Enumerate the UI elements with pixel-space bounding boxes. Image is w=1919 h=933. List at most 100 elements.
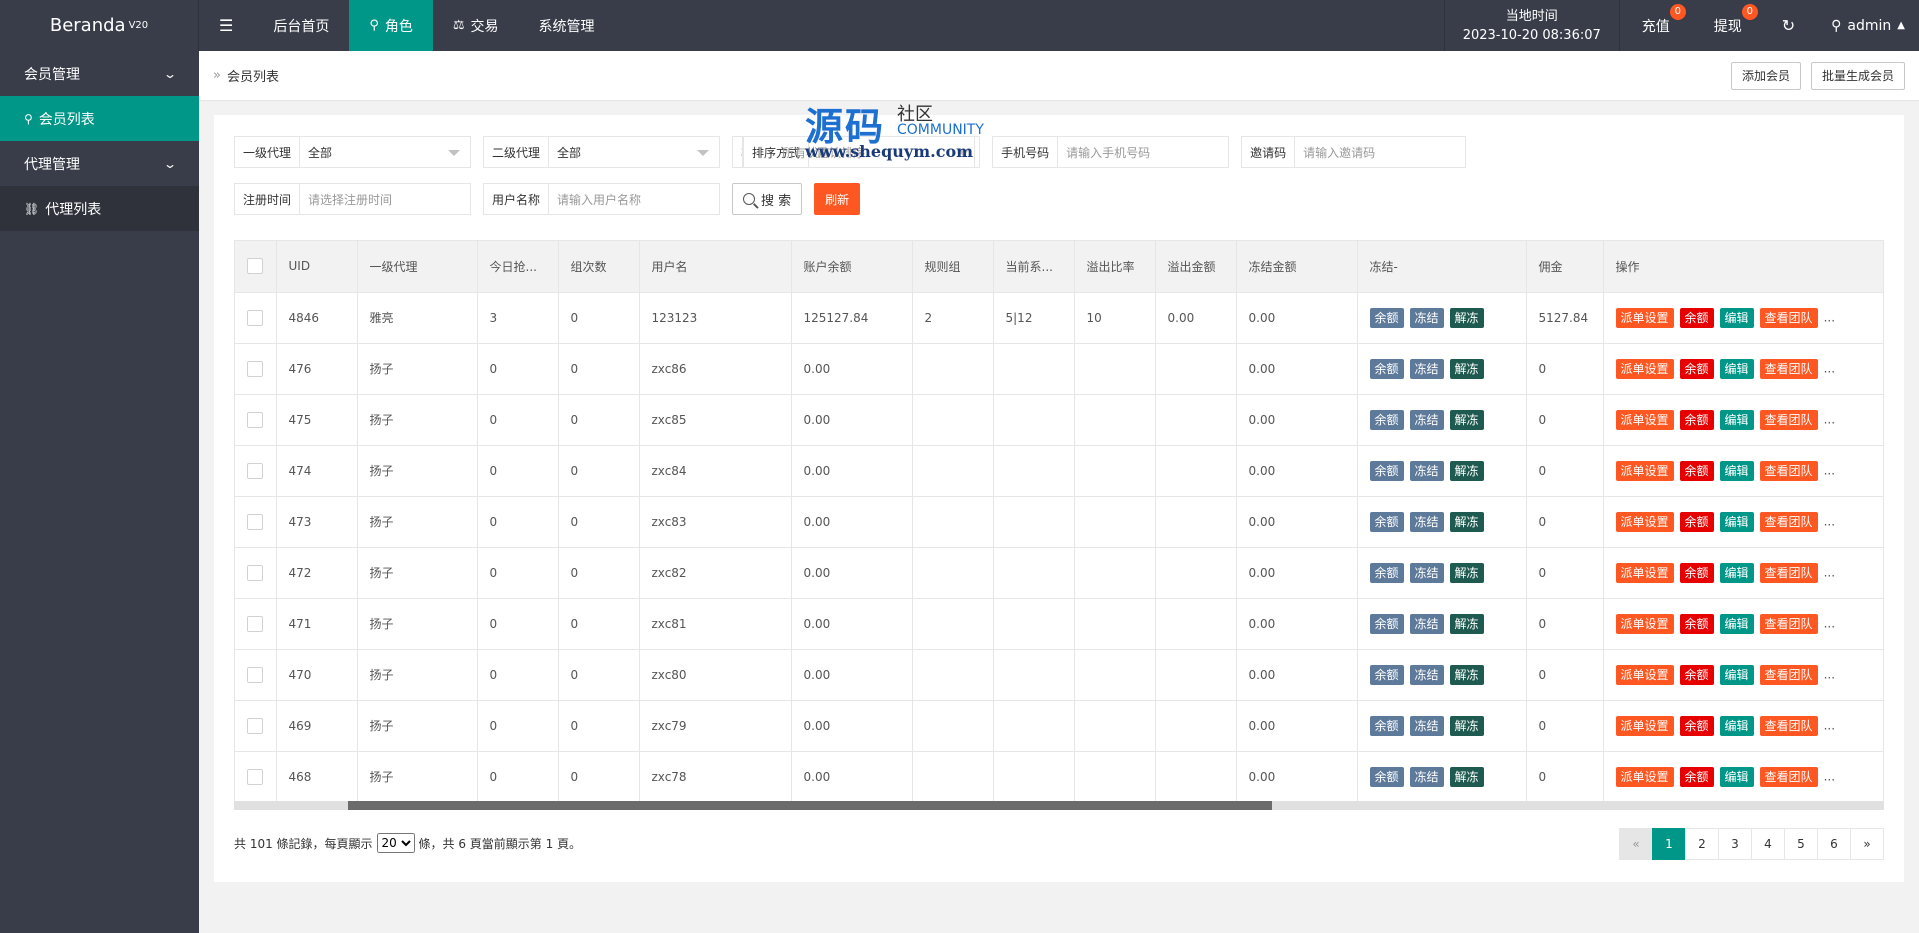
page-button-5[interactable]: 5 bbox=[1784, 828, 1818, 860]
op-balance-button[interactable]: 余额 bbox=[1679, 409, 1714, 430]
row-checkbox[interactable] bbox=[247, 360, 263, 377]
dispatch-settings-button[interactable]: 派单设置 bbox=[1615, 613, 1674, 634]
row-checkbox[interactable] bbox=[247, 513, 263, 530]
more-button[interactable]: ... bbox=[1824, 565, 1835, 579]
row-checkbox[interactable] bbox=[247, 717, 263, 734]
edit-button[interactable]: 编辑 bbox=[1719, 664, 1754, 685]
row-checkbox[interactable] bbox=[247, 615, 263, 632]
freeze-button[interactable]: 冻结 bbox=[1409, 664, 1444, 685]
row-checkbox[interactable] bbox=[247, 564, 263, 581]
unfreeze-button[interactable]: 解冻 bbox=[1449, 664, 1484, 685]
page-size-select[interactable]: 20 bbox=[376, 833, 415, 853]
row-checkbox[interactable] bbox=[247, 411, 263, 428]
username-input[interactable]: 请输入用户名称 bbox=[549, 184, 719, 214]
unfreeze-button[interactable]: 解冻 bbox=[1449, 613, 1484, 634]
page-button-1[interactable]: 1 bbox=[1652, 828, 1686, 860]
page-button-3[interactable]: 3 bbox=[1718, 828, 1752, 860]
balance-button[interactable]: 余额 bbox=[1369, 766, 1404, 787]
balance-button[interactable]: 余额 bbox=[1369, 511, 1404, 532]
op-balance-button[interactable]: 余额 bbox=[1679, 358, 1714, 379]
sort-select[interactable]: 默认排序 bbox=[809, 137, 979, 167]
row-checkbox[interactable] bbox=[247, 768, 263, 785]
freeze-button[interactable]: 冻结 bbox=[1409, 307, 1444, 328]
recharge-button[interactable]: 充值 0 bbox=[1620, 0, 1692, 51]
more-button[interactable]: ... bbox=[1824, 361, 1835, 375]
row-checkbox[interactable] bbox=[247, 666, 263, 683]
horizontal-scrollbar[interactable] bbox=[234, 801, 1884, 810]
dispatch-settings-button[interactable]: 派单设置 bbox=[1615, 562, 1674, 583]
col-uid[interactable]: UID bbox=[276, 241, 358, 293]
view-team-button[interactable]: 查看团队 bbox=[1759, 460, 1818, 481]
col-groups[interactable]: 组次数 bbox=[558, 241, 640, 293]
unfreeze-button[interactable]: 解冻 bbox=[1449, 511, 1484, 532]
op-balance-button[interactable]: 余额 bbox=[1679, 562, 1714, 583]
balance-button[interactable]: 余额 bbox=[1369, 409, 1404, 430]
more-button[interactable]: ... bbox=[1824, 514, 1835, 528]
menu-toggle-icon[interactable]: ☰ bbox=[199, 0, 253, 51]
col-overflow-rate[interactable]: 溢出比率 bbox=[1074, 241, 1156, 293]
dispatch-settings-button[interactable]: 派单设置 bbox=[1615, 664, 1674, 685]
freeze-button[interactable]: 冻结 bbox=[1409, 460, 1444, 481]
freeze-button[interactable]: 冻结 bbox=[1409, 613, 1444, 634]
op-balance-button[interactable]: 余额 bbox=[1679, 664, 1714, 685]
edit-button[interactable]: 编辑 bbox=[1719, 358, 1754, 379]
col-frozen[interactable]: 冻结金额 bbox=[1236, 241, 1358, 293]
dispatch-settings-button[interactable]: 派单设置 bbox=[1615, 307, 1674, 328]
op-balance-button[interactable]: 余额 bbox=[1679, 766, 1714, 787]
view-team-button[interactable]: 查看团队 bbox=[1759, 715, 1818, 736]
col-today[interactable]: 今日抢... bbox=[477, 241, 559, 293]
col-rule[interactable]: 规则组 bbox=[912, 241, 994, 293]
refresh-button[interactable]: 刷新 bbox=[814, 183, 861, 215]
page-button-2[interactable]: 2 bbox=[1685, 828, 1719, 860]
edit-button[interactable]: 编辑 bbox=[1719, 766, 1754, 787]
op-balance-button[interactable]: 余额 bbox=[1679, 613, 1714, 634]
view-team-button[interactable]: 查看团队 bbox=[1759, 766, 1818, 787]
unfreeze-button[interactable]: 解冻 bbox=[1449, 766, 1484, 787]
dispatch-settings-button[interactable]: 派单设置 bbox=[1615, 511, 1674, 532]
op-balance-button[interactable]: 余额 bbox=[1679, 715, 1714, 736]
col-agent[interactable]: 一级代理 bbox=[357, 241, 478, 293]
col-freeze-actions[interactable]: 冻结- bbox=[1357, 241, 1527, 293]
freeze-button[interactable]: 冻结 bbox=[1409, 409, 1444, 430]
sidebar-item-agent-list[interactable]: ⛓ 代理列表 bbox=[0, 186, 199, 231]
freeze-button[interactable]: 冻结 bbox=[1409, 766, 1444, 787]
invite-input[interactable]: 请输入邀请码 bbox=[1295, 137, 1465, 167]
unfreeze-button[interactable]: 解冻 bbox=[1449, 358, 1484, 379]
dispatch-settings-button[interactable]: 派单设置 bbox=[1615, 715, 1674, 736]
add-member-button[interactable]: 添加会员 bbox=[1730, 61, 1801, 90]
more-button[interactable]: ... bbox=[1824, 310, 1835, 324]
op-balance-button[interactable]: 余额 bbox=[1679, 511, 1714, 532]
view-team-button[interactable]: 查看团队 bbox=[1759, 664, 1818, 685]
balance-button[interactable]: 余额 bbox=[1369, 613, 1404, 634]
row-checkbox[interactable] bbox=[247, 462, 263, 479]
freeze-button[interactable]: 冻结 bbox=[1409, 511, 1444, 532]
col-current[interactable]: 当前系... bbox=[993, 241, 1075, 293]
balance-button[interactable]: 余额 bbox=[1369, 664, 1404, 685]
dispatch-settings-button[interactable]: 派单设置 bbox=[1615, 460, 1674, 481]
nav-trade[interactable]: ⚖ 交易 bbox=[433, 0, 519, 51]
more-button[interactable]: ... bbox=[1824, 616, 1835, 630]
balance-button[interactable]: 余额 bbox=[1369, 460, 1404, 481]
agent1-select[interactable]: 全部 bbox=[300, 137, 470, 167]
select-all-checkbox[interactable] bbox=[247, 258, 263, 275]
unfreeze-button[interactable]: 解冻 bbox=[1449, 307, 1484, 328]
view-team-button[interactable]: 查看团队 bbox=[1759, 511, 1818, 532]
op-balance-button[interactable]: 余额 bbox=[1679, 460, 1714, 481]
unfreeze-button[interactable]: 解冻 bbox=[1449, 409, 1484, 430]
more-button[interactable]: ... bbox=[1824, 412, 1835, 426]
refresh-icon[interactable]: ↻ bbox=[1764, 0, 1813, 51]
more-button[interactable]: ... bbox=[1824, 667, 1835, 681]
nav-system[interactable]: 系统管理 bbox=[519, 0, 615, 51]
edit-button[interactable]: 编辑 bbox=[1719, 409, 1754, 430]
freeze-button[interactable]: 冻结 bbox=[1409, 715, 1444, 736]
view-team-button[interactable]: 查看团队 bbox=[1759, 409, 1818, 430]
balance-button[interactable]: 余额 bbox=[1369, 715, 1404, 736]
unfreeze-button[interactable]: 解冻 bbox=[1449, 715, 1484, 736]
view-team-button[interactable]: 查看团队 bbox=[1759, 562, 1818, 583]
view-team-button[interactable]: 查看团队 bbox=[1759, 613, 1818, 634]
unfreeze-button[interactable]: 解冻 bbox=[1449, 460, 1484, 481]
search-button[interactable]: 搜 索 bbox=[732, 183, 803, 215]
dispatch-settings-button[interactable]: 派单设置 bbox=[1615, 409, 1674, 430]
user-menu[interactable]: ⚲ admin ▲ bbox=[1813, 0, 1919, 51]
nav-role[interactable]: ⚲ 角色 bbox=[349, 0, 433, 51]
